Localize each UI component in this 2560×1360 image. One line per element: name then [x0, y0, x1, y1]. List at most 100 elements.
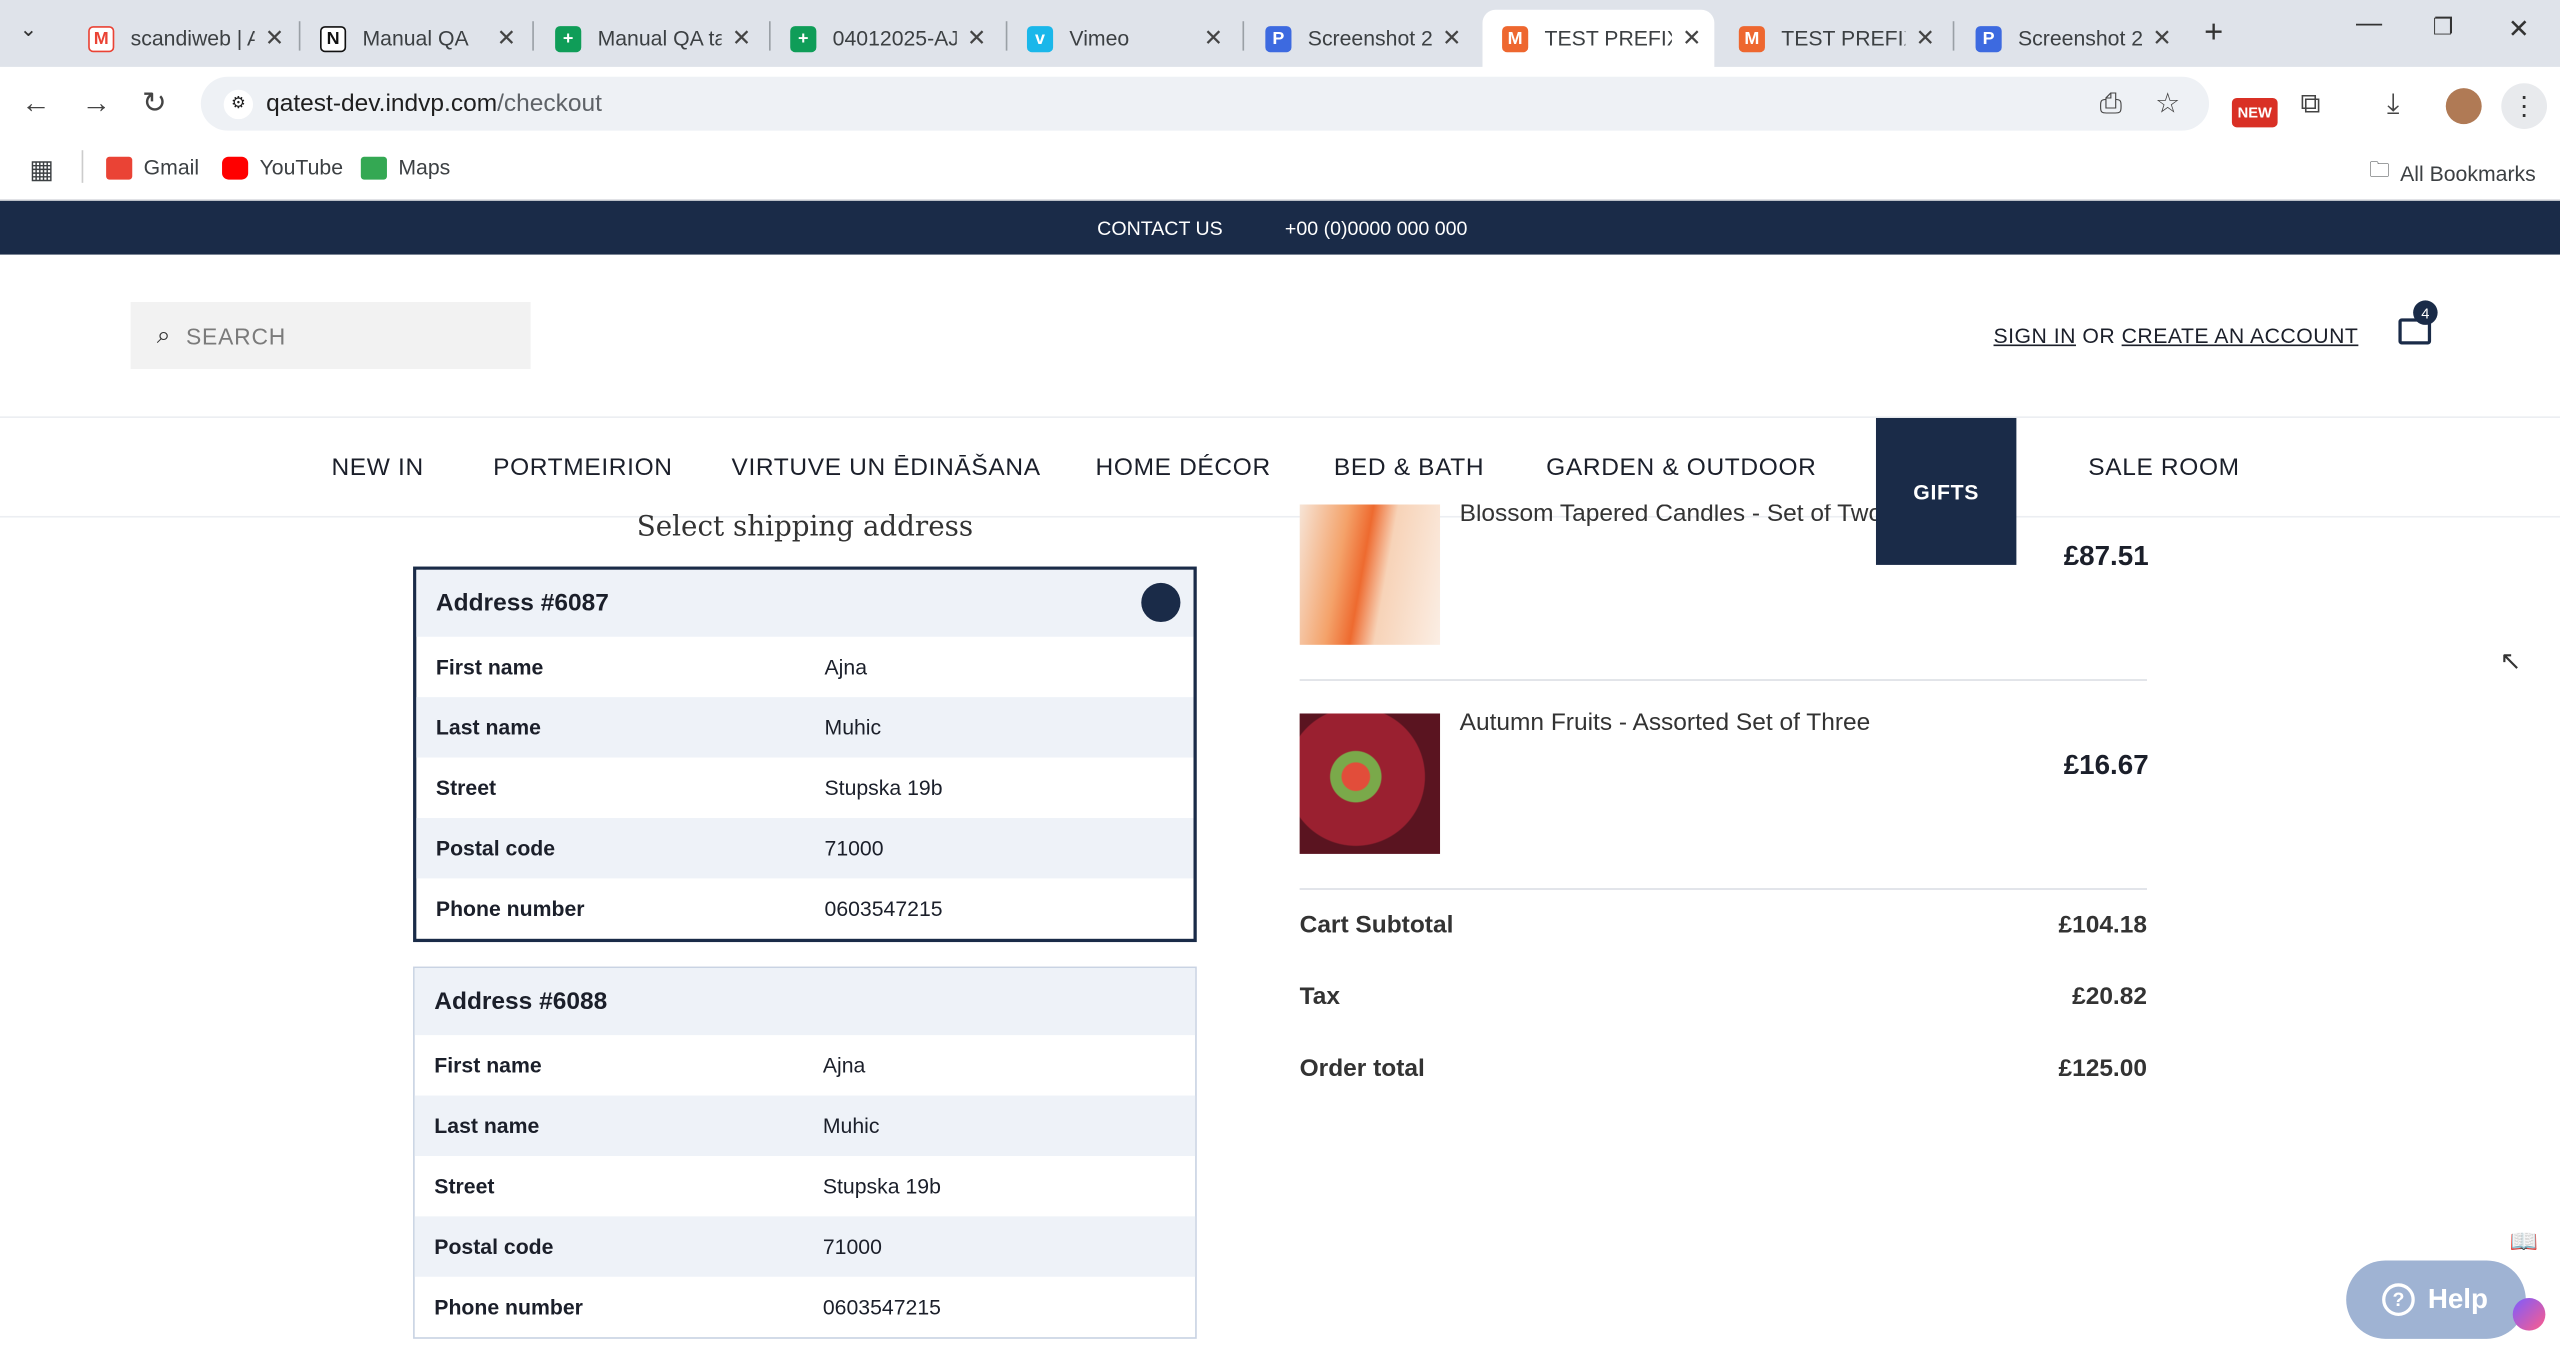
address-row: Phone number 0603547215 — [435, 896, 943, 921]
site-header: ⌕ SEARCH SIGN IN OR CREATE AN ACCOUNT 4 — [0, 254, 2560, 417]
tab-test-prefix-active[interactable]: M TEST PREFIX ✕ — [1482, 9, 1715, 67]
nav-portmeirion[interactable]: PORTMEIRION — [493, 454, 673, 482]
product-thumbnail[interactable] — [1299, 713, 1441, 854]
address-row: Phone number 0603547215 — [434, 1294, 941, 1320]
minicart[interactable]: 4 — [2395, 300, 2438, 346]
product-thumbnail[interactable] — [1299, 504, 1441, 645]
tab-strip: ⌄ M scandiweb | A ✕ N Manual QA ✕ + Manu… — [0, 0, 2560, 67]
address-row: Postal code 71000 — [416, 817, 1194, 879]
nav-new-in[interactable]: NEW IN — [331, 454, 423, 482]
summary-subtotal: Cart Subtotal £104.18 — [1299, 911, 2148, 939]
magento-icon: M — [1738, 25, 1765, 52]
browser-toolbar: ← → ↻ ⚙ qatest-dev.indvp.com/checkout ⎙ … — [0, 66, 2560, 143]
sign-in-link[interactable]: SIGN IN — [1994, 323, 2076, 347]
nav-gifts[interactable]: GIFTS — [1875, 417, 2017, 565]
bookmark-maps[interactable]: Maps — [360, 155, 450, 180]
tab-divider — [1952, 21, 1955, 51]
cart-divider — [1299, 888, 2148, 890]
bookmarks-bar: ▦ Gmail YouTube Maps 🗀 All Bookmarks — [0, 142, 2560, 201]
cart-divider — [1299, 679, 2148, 681]
folder-icon: 🗀 — [2369, 156, 2391, 182]
all-bookmarks[interactable]: 🗀 All Bookmarks — [2369, 155, 2536, 191]
section-title: Select shipping address — [636, 511, 974, 544]
contact-us-link[interactable]: CONTACT US — [1097, 217, 1223, 240]
close-icon[interactable]: ✕ — [2143, 24, 2171, 52]
address-card[interactable]: Address #6088 First name Ajna Last name Mu… — [413, 966, 1197, 1339]
nav-virtuve[interactable]: VIRTUVE UN ĒDINĀŠANA — [731, 454, 1040, 482]
restore-icon[interactable]: ❐ — [2433, 13, 2454, 41]
nav-home-decor[interactable]: HOME DÉCOR — [1096, 454, 1271, 482]
cart-count-badge: 4 — [2413, 300, 2438, 325]
product-price: £87.51 — [2063, 540, 2149, 572]
tab-screenshot-2[interactable]: P Screenshot 2 ✕ — [1956, 10, 2185, 67]
install-app-icon[interactable]: ⎙ — [2100, 88, 2122, 121]
close-icon[interactable]: ✕ — [1432, 24, 1461, 52]
bookmark-youtube[interactable]: YouTube — [222, 155, 343, 180]
window-close-icon[interactable]: ✕ — [2508, 13, 2530, 46]
help-button[interactable]: ? Help — [2346, 1260, 2526, 1339]
address-bar[interactable]: ⚙ qatest-dev.indvp.com/checkout — [200, 76, 2210, 131]
tab-search-icon[interactable]: ⌄ — [20, 16, 38, 42]
close-icon[interactable]: ✕ — [1194, 24, 1223, 52]
tab-divider — [532, 21, 534, 51]
youtube-icon — [222, 155, 249, 179]
browser-menu-icon[interactable]: ⋮ — [2501, 83, 2548, 129]
minimize-icon[interactable]: — — [2356, 10, 2382, 39]
notion-icon: N — [320, 25, 347, 52]
close-icon[interactable]: ✕ — [255, 24, 284, 52]
close-icon[interactable]: ✕ — [1906, 24, 1935, 52]
tab-manual-qa[interactable]: N Manual QA ✕ — [300, 10, 529, 67]
address-row: Postal code 71000 — [414, 1216, 1196, 1277]
tab-divider — [1242, 21, 1245, 51]
main-navigation: NEW IN PORTMEIRION VIRTUVE UN ĒDINĀŠANA … — [0, 416, 2560, 565]
create-account-link[interactable]: CREATE AN ACCOUNT — [2122, 323, 2359, 347]
gmail-icon: M — [88, 25, 115, 52]
nav-sale-room[interactable]: SALE ROOM — [2088, 454, 2240, 482]
sheets-icon: + — [555, 25, 582, 52]
summary-tax: Tax £20.82 — [1299, 982, 2148, 1011]
tab-04012025[interactable]: + 04012025-AJ ✕ — [771, 10, 1000, 67]
url-host: qatest-dev.indvp.com — [266, 89, 498, 118]
bookmark-star-icon[interactable]: ☆ — [2155, 88, 2180, 121]
phone-number[interactable]: +00 (0)0000 000 000 — [1285, 217, 1467, 240]
search-input[interactable]: ⌕ SEARCH — [130, 302, 531, 369]
cart-item: Autumn Fruits - Assorted Set of Three £1… — [1299, 709, 2149, 854]
reading-mode-icon[interactable]: 📖 — [2509, 1228, 2537, 1256]
nav-garden-outdoor[interactable]: GARDEN & OUTDOOR — [1546, 454, 1816, 482]
address-selected-radio[interactable] — [1141, 582, 1181, 623]
reload-icon[interactable]: ↻ — [142, 87, 167, 121]
question-icon: ? — [2382, 1283, 2415, 1316]
back-icon[interactable]: ← — [21, 87, 50, 121]
extensions-icon[interactable]: ⧉ — [2300, 88, 2320, 121]
forward-icon[interactable]: → — [82, 87, 111, 121]
product-price: £16.67 — [2063, 749, 2149, 781]
close-icon[interactable]: ✕ — [722, 24, 751, 52]
apps-grid-icon[interactable]: ▦ — [29, 153, 54, 186]
cart-item: Blossom Tapered Candles - Set of Two £87… — [1299, 504, 2149, 645]
address-card-selected[interactable]: Address #6087 First name Ajna Last name Mu… — [413, 566, 1197, 943]
tab-test-prefix[interactable]: M TEST PREFIX ✕ — [1719, 10, 1948, 67]
profile-avatar[interactable] — [2445, 88, 2482, 125]
gift-new-badge[interactable]: NEW — [2231, 97, 2278, 128]
site-info-icon[interactable]: ⚙ — [223, 88, 254, 119]
tab-screenshot-1[interactable]: P Screenshot 2 ✕ — [1246, 10, 1475, 67]
close-icon[interactable]: ✕ — [957, 24, 986, 52]
address-row: Street Stupska 19b — [435, 775, 943, 801]
close-icon[interactable]: ✕ — [487, 24, 516, 52]
download-icon[interactable]: ⤓ — [2387, 88, 2399, 121]
search-icon: ⌕ — [156, 321, 172, 350]
new-tab-icon[interactable]: + — [2204, 15, 2223, 53]
tab-scandiweb[interactable]: M scandiweb | A ✕ — [69, 10, 298, 67]
product-name[interactable]: Autumn Fruits - Assorted Set of Three — [1460, 709, 1871, 737]
nav-bed-bath[interactable]: BED & BATH — [1334, 454, 1484, 482]
address-row: Last name Muhic — [414, 1095, 1196, 1156]
tab-manual-qa-ta[interactable]: + Manual QA ta ✕ — [536, 10, 765, 67]
assistant-icon[interactable] — [2512, 1297, 2546, 1331]
magento-icon: M — [1502, 25, 1529, 52]
bookmark-gmail[interactable]: Gmail — [106, 155, 199, 180]
vimeo-icon: v — [1026, 25, 1054, 52]
tab-vimeo[interactable]: v Vimeo ✕ — [1007, 10, 1236, 67]
address-row: First name Ajna — [435, 654, 868, 680]
close-icon[interactable]: ✕ — [1672, 24, 1701, 52]
product-name[interactable]: Blossom Tapered Candles - Set of Two — [1460, 505, 1882, 528]
